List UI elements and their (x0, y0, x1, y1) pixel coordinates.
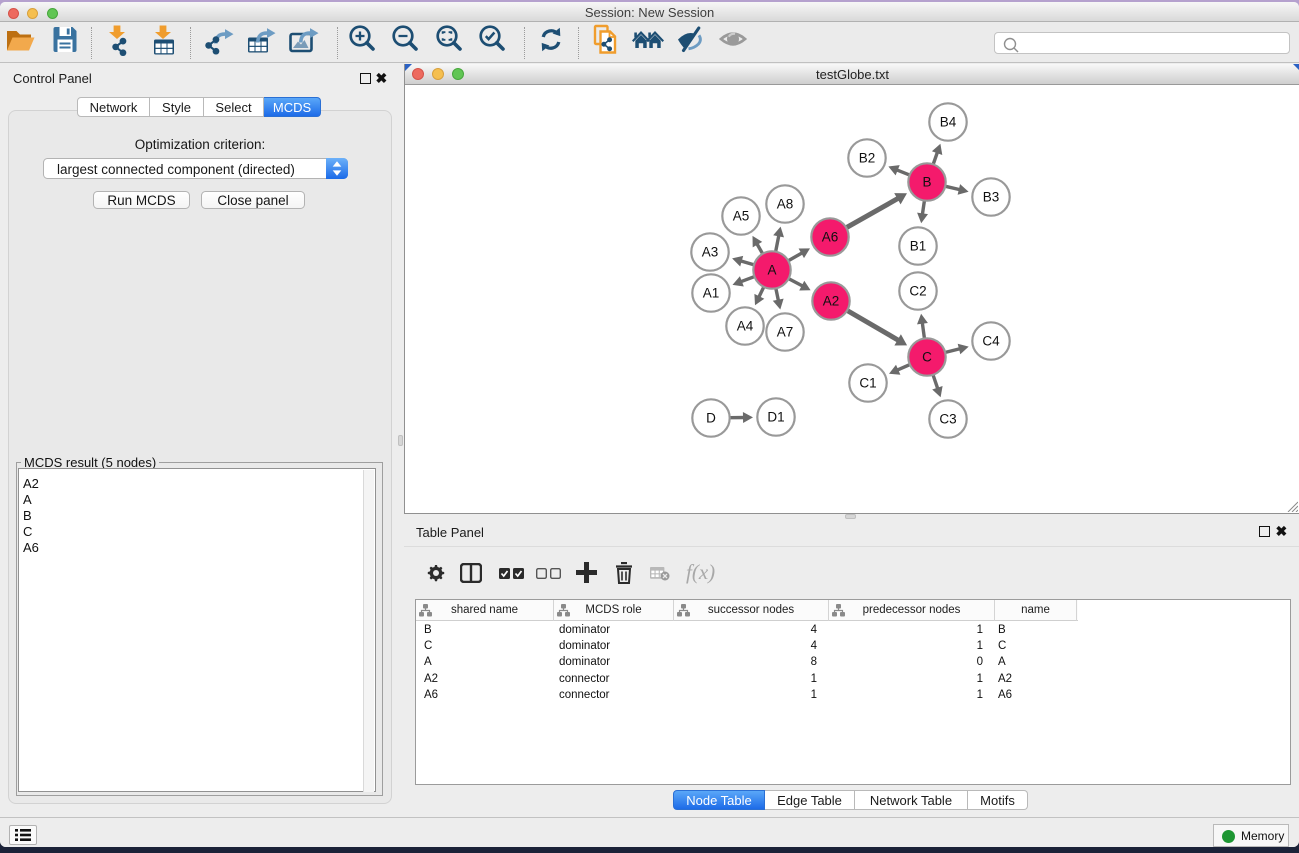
svg-text:C4: C4 (982, 334, 1000, 349)
svg-text:A7: A7 (777, 325, 794, 340)
svg-text:C3: C3 (939, 412, 956, 427)
svg-text:A8: A8 (777, 197, 794, 212)
svg-text:C: C (922, 350, 932, 365)
svg-text:A5: A5 (733, 209, 750, 224)
svg-text:A3: A3 (702, 245, 719, 260)
svg-text:A1: A1 (703, 286, 720, 301)
svg-text:B1: B1 (910, 239, 927, 254)
svg-text:A: A (767, 263, 776, 278)
svg-text:B3: B3 (983, 190, 1000, 205)
svg-text:B4: B4 (940, 115, 957, 130)
svg-text:A6: A6 (822, 230, 839, 245)
svg-text:B2: B2 (859, 151, 876, 166)
svg-text:A2: A2 (823, 294, 840, 309)
svg-text:D: D (706, 411, 716, 426)
svg-text:C1: C1 (859, 376, 876, 391)
svg-text:B: B (922, 175, 931, 190)
svg-text:C2: C2 (909, 284, 926, 299)
svg-text:D1: D1 (767, 410, 784, 425)
svg-text:A4: A4 (737, 319, 754, 334)
